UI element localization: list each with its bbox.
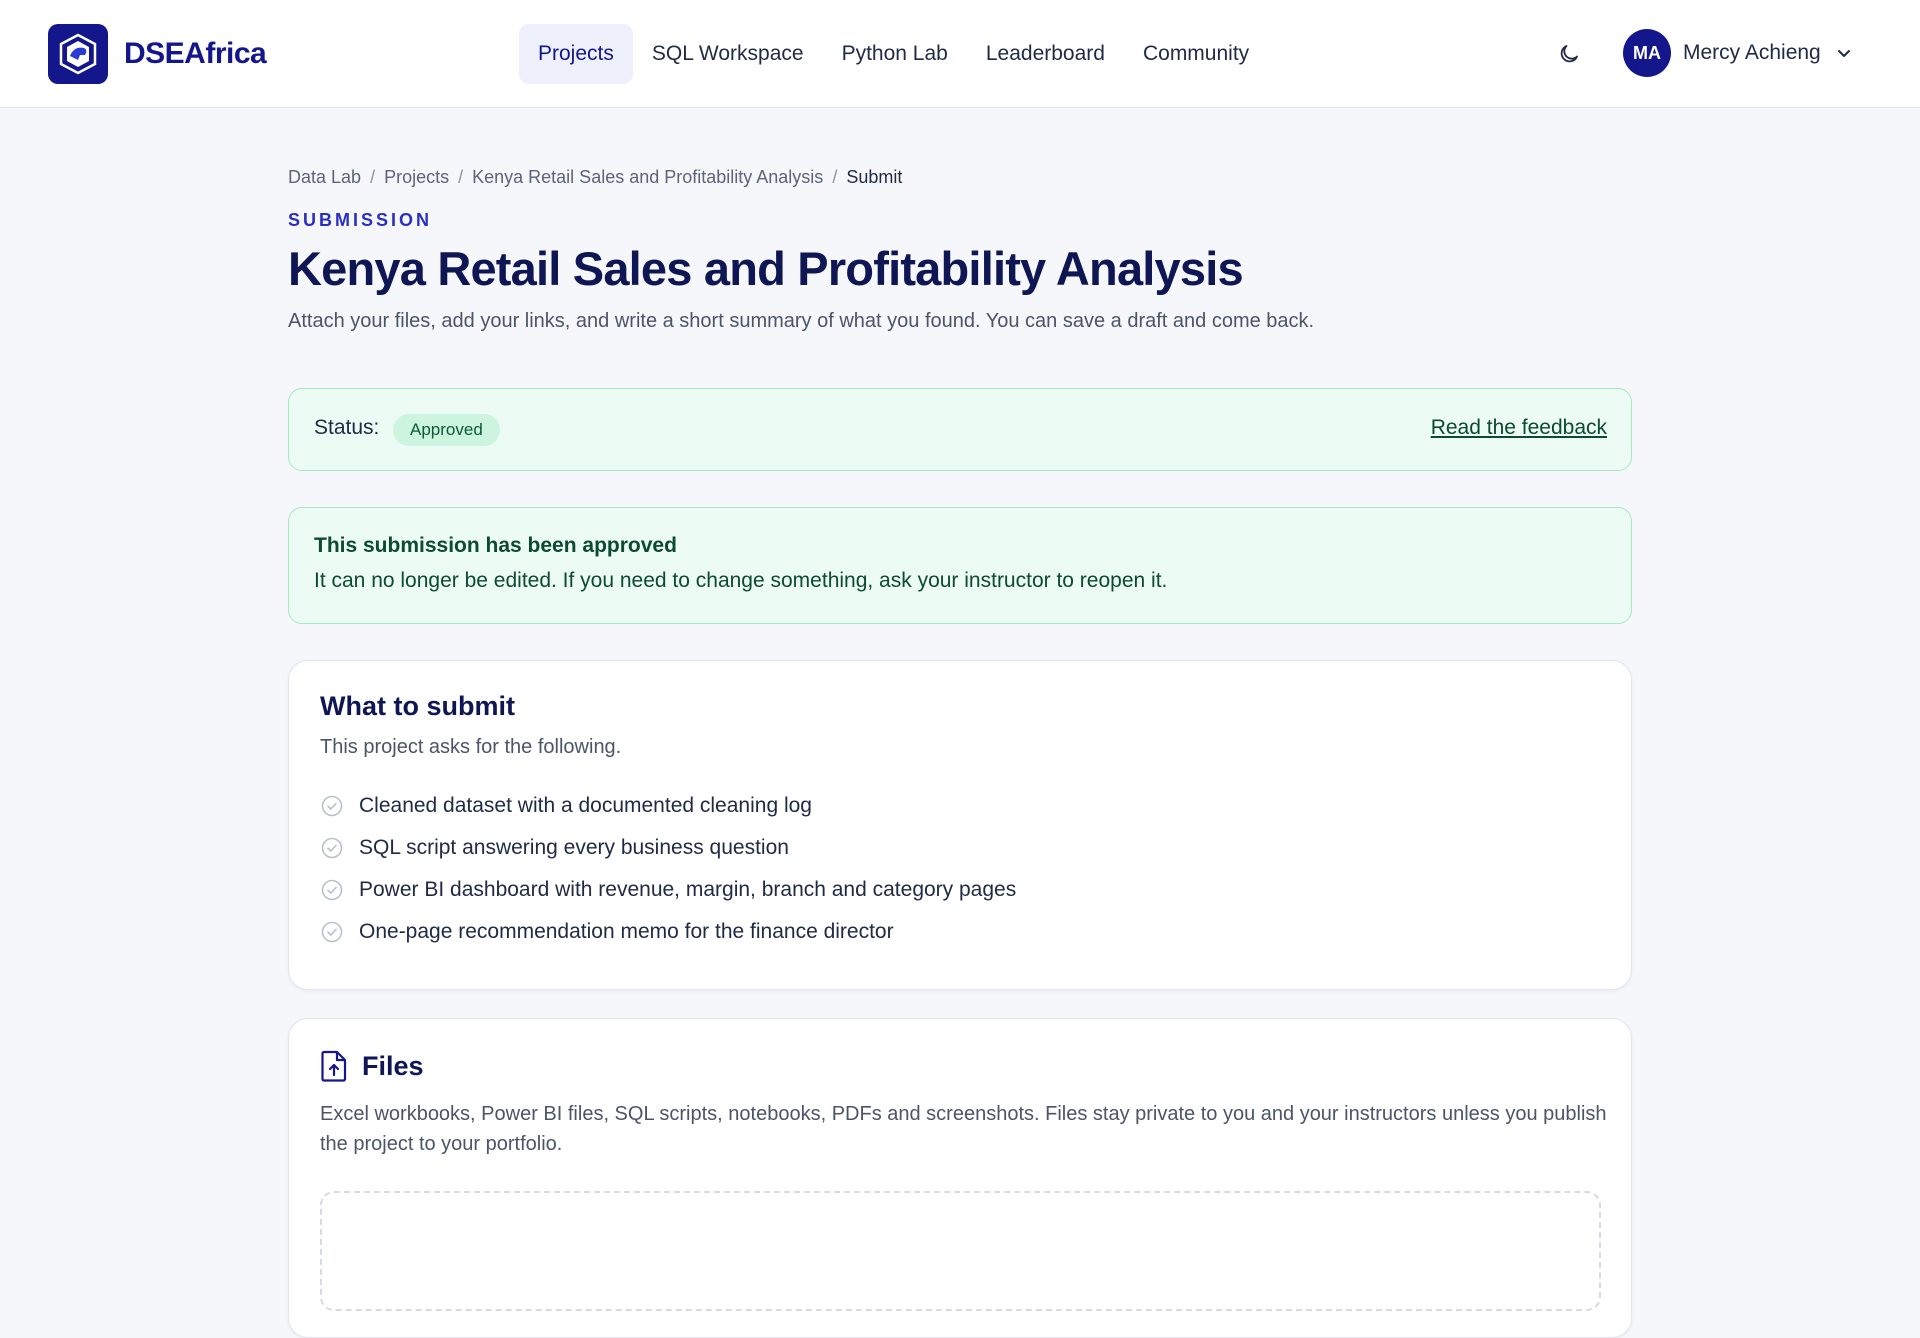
check-circle-icon — [320, 879, 343, 902]
breadcrumb-project[interactable]: Kenya Retail Sales and Profitability Ana… — [472, 167, 823, 188]
approved-notice: This submission has been approved It can… — [288, 507, 1632, 624]
status-badge: Approved — [393, 414, 500, 446]
requirements-title: What to submit — [320, 691, 515, 721]
requirements-description: This project asks for the following. — [320, 736, 622, 758]
nav-item-leaderboard[interactable]: Leaderboard — [967, 24, 1124, 84]
brand-logo-icon — [48, 24, 108, 84]
nav-item-projects[interactable]: Projects — [519, 24, 633, 84]
notice-title: This submission has been approved — [314, 534, 677, 557]
nav-item-sql-workspace[interactable]: SQL Workspace — [633, 24, 823, 84]
breadcrumb-separator: / — [458, 167, 464, 187]
file-dropzone[interactable] — [320, 1191, 1601, 1311]
files-description: Excel workbooks, Power BI files, SQL scr… — [320, 1103, 1607, 1155]
requirement-text: Cleaned dataset with a documented cleani… — [359, 794, 812, 817]
moon-icon — [1560, 45, 1578, 63]
requirement-text: Power BI dashboard with revenue, margin,… — [359, 878, 1017, 901]
files-card: Files Excel workbooks, Power BI files, S… — [288, 1018, 1632, 1338]
breadcrumb-projects[interactable]: Projects — [384, 167, 449, 188]
theme-toggle-button[interactable] — [1552, 37, 1586, 71]
list-item: One-page recommendation memo for the fin… — [320, 911, 1016, 953]
check-circle-icon — [320, 921, 343, 944]
avatar: MA — [1623, 29, 1671, 77]
notice-body: It can no longer be edited. If you need … — [314, 569, 1168, 592]
check-circle-icon — [320, 795, 343, 818]
check-circle-icon — [320, 837, 343, 860]
requirement-text: SQL script answering every business ques… — [359, 836, 789, 859]
page-title: Kenya Retail Sales and Profitability Ana… — [288, 242, 1244, 295]
files-header: Files — [320, 1050, 424, 1082]
list-item: Cleaned dataset with a documented cleani… — [320, 785, 1016, 827]
requirements-list: Cleaned dataset with a documented cleani… — [320, 785, 1016, 953]
requirements-card: What to submit This project asks for the… — [288, 660, 1632, 990]
page-eyebrow: SUBMISSION — [288, 210, 433, 230]
top-navbar: DSEAfrica Projects SQL Workspace Python … — [0, 0, 1920, 108]
user-name: Mercy Achieng — [1683, 41, 1821, 64]
breadcrumb: Data Lab / Projects / Kenya Retail Sales… — [288, 167, 902, 188]
list-item: Power BI dashboard with revenue, margin,… — [320, 869, 1016, 911]
file-upload-icon — [320, 1050, 348, 1082]
status-label: Status: — [314, 416, 380, 439]
nav-item-python-lab[interactable]: Python Lab — [823, 24, 967, 84]
list-item: SQL script answering every business ques… — [320, 827, 1016, 869]
status-panel: Status: Approved Read the feedback — [288, 388, 1632, 471]
requirement-text: One-page recommendation memo for the fin… — [359, 920, 894, 943]
brand-name: DSEAfrica — [124, 37, 267, 70]
breadcrumb-data-lab[interactable]: Data Lab — [288, 167, 361, 188]
user-menu[interactable]: MA Mercy Achieng — [1623, 29, 1853, 77]
breadcrumb-separator: / — [370, 167, 376, 187]
brand[interactable]: DSEAfrica — [48, 24, 267, 84]
breadcrumb-current: Submit — [846, 167, 903, 187]
nav-item-community[interactable]: Community — [1124, 24, 1268, 84]
breadcrumb-separator: / — [832, 167, 838, 187]
main-nav: Projects SQL Workspace Python Lab Leader… — [519, 24, 1268, 84]
files-title: Files — [362, 1050, 424, 1081]
read-feedback-link[interactable]: Read the feedback — [1431, 416, 1607, 440]
chevron-down-icon — [1835, 44, 1853, 62]
page-subtitle: Attach your files, add your links, and w… — [288, 310, 1315, 332]
